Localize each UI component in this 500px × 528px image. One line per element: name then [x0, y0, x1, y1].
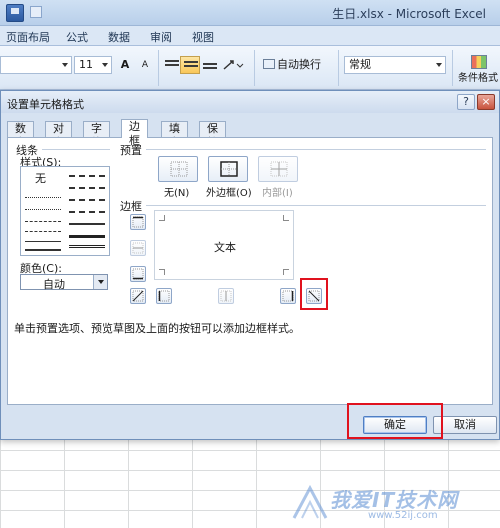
- tab-font[interactable]: 字体: [83, 121, 110, 149]
- align-top-icon: [165, 60, 179, 70]
- align-bottom-button[interactable]: [200, 56, 218, 74]
- line-style-option[interactable]: [25, 221, 61, 222]
- line-style-none[interactable]: 无: [35, 170, 46, 186]
- wrap-text-label: 自动换行: [277, 58, 321, 71]
- preset-inside-label: 内部(I): [262, 188, 293, 199]
- preset-none-label: 无(N): [164, 188, 190, 199]
- line-style-option[interactable]: [25, 231, 61, 232]
- diagonal-up-icon: [132, 290, 144, 302]
- inside-border-icon: [270, 161, 288, 177]
- line-style-option[interactable]: [69, 245, 105, 248]
- line-style-option[interactable]: [69, 223, 105, 225]
- border-right-icon: [282, 290, 294, 302]
- hint-text: 单击预置选项、预览草图及上面的按钮可以添加边框样式。: [14, 322, 300, 335]
- preset-outline-label: 外边框(O): [206, 188, 252, 199]
- watermark-url: www.52ij.com: [368, 510, 438, 521]
- align-bottom-icon: [203, 63, 217, 73]
- window-title: 生日.xlsx - Microsoft Excel: [332, 7, 486, 21]
- border-section-label: 边框: [120, 200, 142, 213]
- color-value: 自动: [43, 278, 65, 291]
- conditional-format-label: 条件格式: [458, 73, 498, 84]
- no-border-icon: [170, 161, 188, 177]
- highlight-ok-button: [347, 403, 443, 439]
- border-left-icon: [158, 290, 170, 302]
- line-style-option[interactable]: [25, 209, 61, 210]
- line-style-option[interactable]: [69, 175, 105, 177]
- wrap-text-icon: [263, 59, 275, 69]
- tab-protection[interactable]: 保护: [199, 121, 226, 149]
- color-combo[interactable]: 自动: [20, 274, 108, 291]
- shrink-font-button[interactable]: A: [136, 56, 154, 74]
- border-preview[interactable]: 文本: [154, 210, 294, 280]
- orientation-button[interactable]: [220, 56, 246, 74]
- dropdown-arrow-icon[interactable]: [93, 275, 107, 289]
- orientation-icon: [223, 60, 244, 70]
- border-top-button[interactable]: [130, 214, 146, 230]
- line-style-option[interactable]: [25, 249, 61, 251]
- watermark-logo-icon: [292, 484, 328, 519]
- border-tab-panel: 线条 样式(S): 无 颜色(C): 自动 预置 无(N) 外边框(O) 内部(…: [7, 137, 493, 405]
- border-bottom-button[interactable]: [130, 266, 146, 282]
- font-size-combo[interactable]: 11: [74, 56, 112, 74]
- wrap-text-button[interactable]: 自动换行: [260, 56, 324, 74]
- border-bottom-icon: [132, 268, 144, 280]
- line-style-option[interactable]: [69, 235, 105, 238]
- ribbon-tab-bar: 页面布局 公式 数据 审阅 视图: [0, 26, 500, 46]
- line-style-list[interactable]: 无: [20, 166, 110, 256]
- dialog-title-bar[interactable]: 设置单元格格式 ? ×: [1, 91, 499, 113]
- align-top-button[interactable]: [162, 56, 180, 74]
- line-style-option[interactable]: [69, 199, 105, 201]
- preview-text: 文本: [214, 241, 236, 254]
- tab-data[interactable]: 数据: [108, 29, 130, 45]
- border-inside-horizontal-button[interactable]: [130, 240, 146, 256]
- tab-review[interactable]: 审阅: [150, 29, 172, 45]
- excel-title-bar: 生日.xlsx - Microsoft Excel: [0, 0, 500, 26]
- quick-access-icon[interactable]: [30, 6, 42, 18]
- dialog-title: 设置单元格格式: [7, 98, 84, 111]
- number-format-combo[interactable]: 常规: [344, 56, 446, 74]
- number-format-value: 常规: [349, 58, 371, 71]
- border-inside-vertical-button[interactable]: [218, 288, 234, 304]
- preset-outline-button[interactable]: [208, 156, 248, 182]
- align-middle-icon: [184, 61, 198, 71]
- outline-border-icon: [220, 161, 238, 177]
- tab-formulas[interactable]: 公式: [66, 29, 88, 45]
- font-name-combo[interactable]: [0, 56, 72, 74]
- save-icon[interactable]: [6, 4, 24, 22]
- site-watermark: 我爱IT技术网 www.52ij.com: [290, 480, 490, 524]
- line-style-option[interactable]: [25, 241, 61, 242]
- line-style-option[interactable]: [25, 197, 61, 198]
- preset-none-button[interactable]: [158, 156, 198, 182]
- border-left-button[interactable]: [156, 288, 172, 304]
- border-right-button[interactable]: [280, 288, 296, 304]
- conditional-format-button[interactable]: 条件格式: [456, 50, 500, 88]
- border-top-icon: [132, 216, 144, 228]
- tab-page-layout[interactable]: 页面布局: [6, 29, 50, 45]
- grow-font-button[interactable]: A: [116, 56, 134, 74]
- help-button[interactable]: ?: [457, 94, 475, 110]
- preset-inside-button[interactable]: [258, 156, 298, 182]
- line-style-option[interactable]: [69, 211, 105, 213]
- watermark-text: 我爱IT技术网: [330, 488, 459, 512]
- ribbon: 11 A A 自动换行 常规 条件格式: [0, 46, 500, 90]
- border-inside-vertical-icon: [220, 290, 232, 302]
- border-diagonal-up-button[interactable]: [130, 288, 146, 304]
- tab-fill[interactable]: 填充: [161, 121, 188, 149]
- tab-number[interactable]: 数字: [7, 121, 34, 149]
- highlight-diagonal-down: [300, 278, 328, 310]
- format-cells-dialog: 设置单元格格式 ? × 数字 对齐 字体 边框 填充 保护 线条 样式(S): …: [0, 90, 500, 440]
- font-size-value: 11: [79, 58, 93, 71]
- line-style-option[interactable]: [69, 187, 105, 189]
- tab-border[interactable]: 边框: [121, 119, 148, 147]
- tab-view[interactable]: 视图: [192, 29, 214, 45]
- close-button[interactable]: ×: [477, 94, 495, 110]
- align-middle-button[interactable]: [180, 56, 200, 74]
- tab-alignment[interactable]: 对齐: [45, 121, 72, 149]
- border-inside-horizontal-icon: [132, 242, 144, 254]
- conditional-format-icon: [471, 55, 487, 69]
